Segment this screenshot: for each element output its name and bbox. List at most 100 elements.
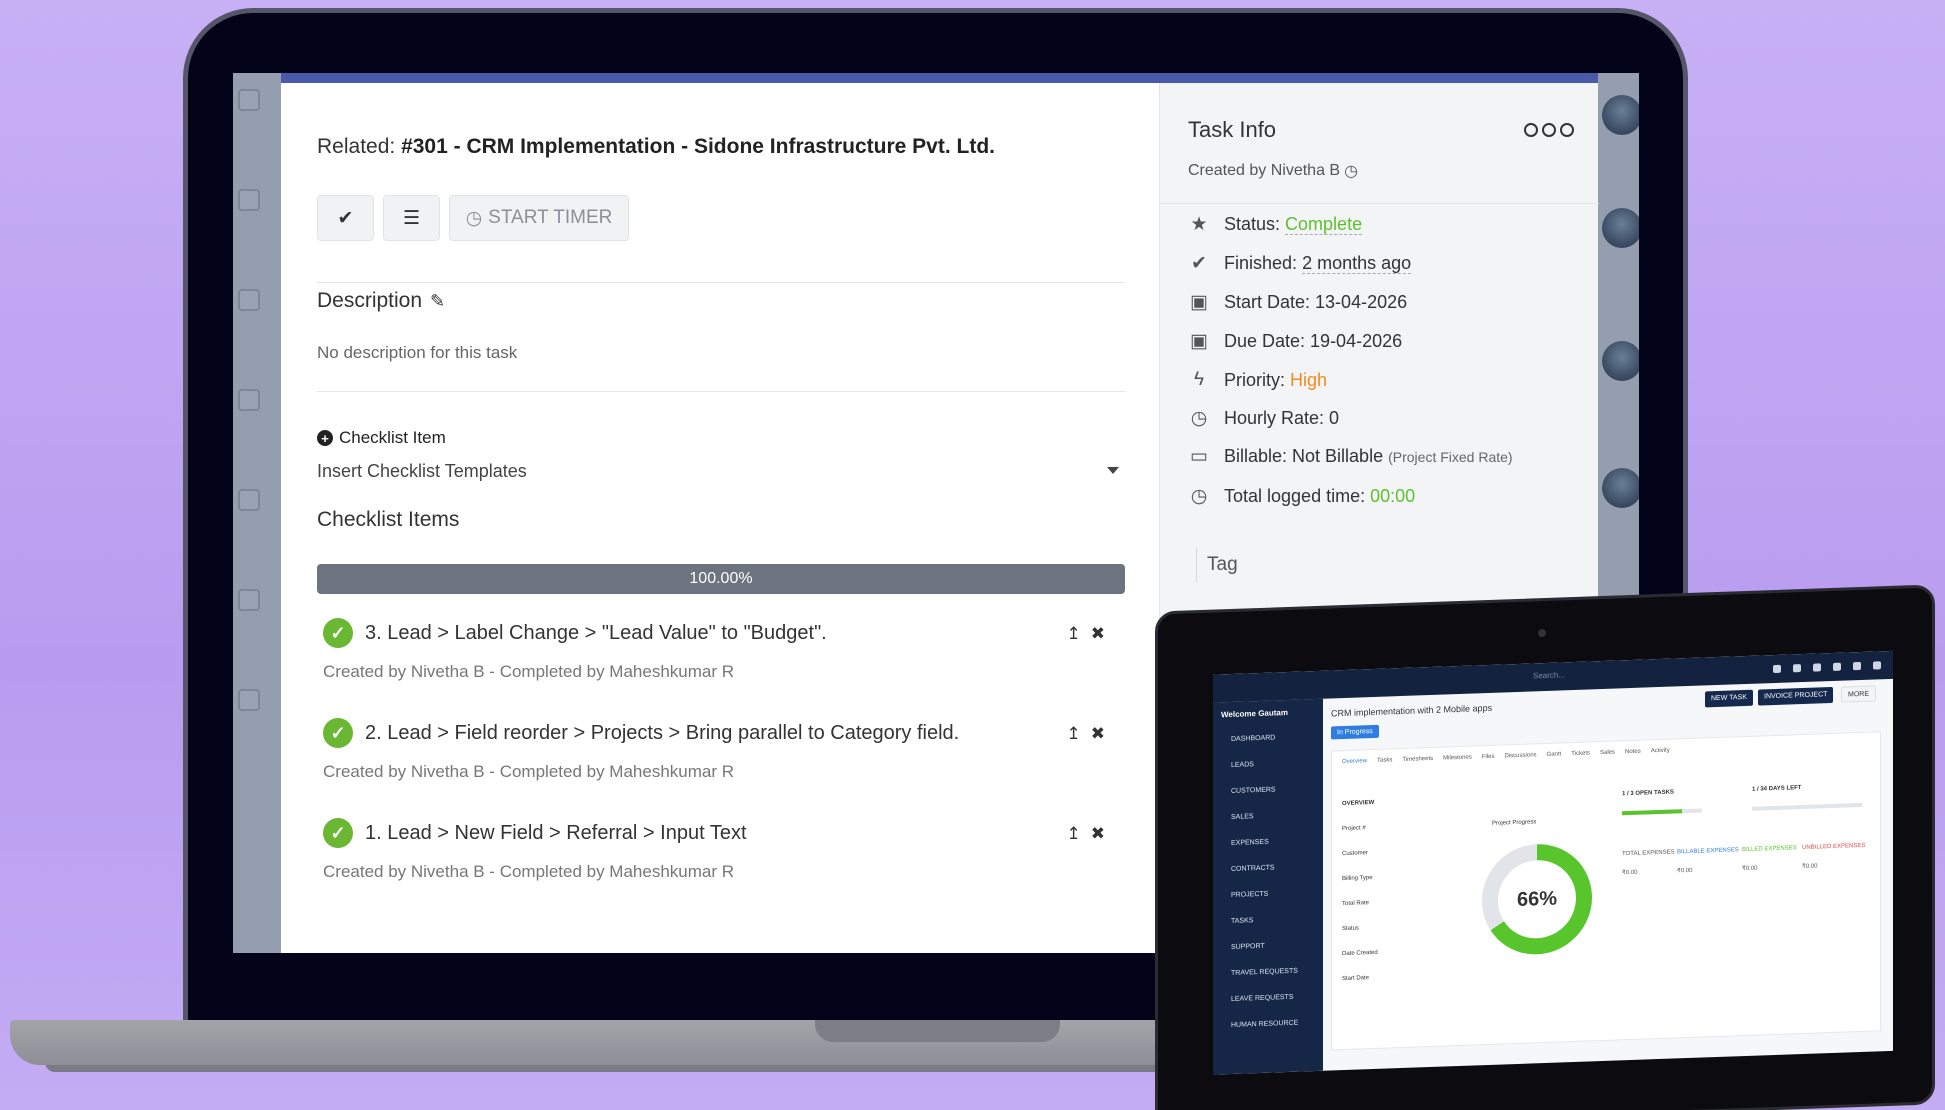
finished-label: Finished: <box>1224 253 1298 273</box>
avatar <box>1602 208 1639 248</box>
field-label: Total Rate <box>1342 900 1370 908</box>
background-checkbox <box>238 689 260 711</box>
start-date: Start Date: 13-04-2026 <box>1224 292 1408 312</box>
bell-icon[interactable] <box>1873 661 1881 670</box>
billable-row: ▭ Billable: Not Billable (Project Fixed … <box>1188 445 1513 468</box>
clock-icon: ◷ <box>1190 486 1208 507</box>
settings-icon[interactable] <box>1833 662 1841 671</box>
checklist-item: ✓ 3. Lead > Label Change > "Lead Value" … <box>323 618 1123 682</box>
sidebar-item-tasks[interactable]: TASKS <box>1231 917 1253 925</box>
background-left-column <box>233 73 281 953</box>
sidebar-item-sales[interactable]: SALES <box>1231 813 1254 821</box>
checklist-items-title: Checklist Items <box>317 508 460 531</box>
money-value: ₹0.00 <box>1742 865 1758 873</box>
user-icon[interactable] <box>1793 664 1801 673</box>
welcome-text: Welcome Gautam <box>1221 707 1288 720</box>
task-modal-main: Related: #301 - CRM Implementation - Sid… <box>281 83 1159 953</box>
search-icon[interactable] <box>1773 664 1781 674</box>
start-timer-button[interactable]: ◷ START TIMER <box>449 195 629 241</box>
add-checklist-item-button[interactable]: + Checklist Item <box>317 428 446 448</box>
sidebar-item-support[interactable]: SUPPORT <box>1231 943 1265 951</box>
mark-complete-button[interactable]: ✔ <box>317 195 374 241</box>
project-tabs: Overview Tasks Timesheets Milestones Fil… <box>1342 748 1670 765</box>
sidebar-item-contracts[interactable]: CONTRACTS <box>1231 864 1275 873</box>
search-input[interactable]: Search... <box>1533 670 1565 680</box>
check-circle-icon[interactable]: ✓ <box>323 618 353 648</box>
more-button[interactable]: MORE <box>1841 685 1876 703</box>
bolt-icon: ϟ <box>1193 369 1205 390</box>
star-icon: ★ <box>1190 214 1208 235</box>
checklist-item-text[interactable]: 3. Lead > Label Change > "Lead Value" to… <box>365 622 827 645</box>
avatar <box>1602 95 1639 135</box>
status-value[interactable]: Complete <box>1285 214 1363 235</box>
clock-icon[interactable] <box>1853 661 1861 671</box>
checklist-item-text[interactable]: 2. Lead > Field reorder > Projects > Bri… <box>365 722 959 745</box>
tab-overview[interactable]: Overview <box>1342 758 1367 765</box>
check-circle-icon[interactable]: ✓ <box>323 818 353 848</box>
calendar-check-icon: ▣ <box>1190 331 1208 352</box>
tab-notes[interactable]: Notes <box>1625 749 1641 756</box>
insert-checklist-templates-select[interactable]: Insert Checklist Templates <box>317 461 1125 482</box>
tab-timesheets[interactable]: Timesheets <box>1402 756 1433 763</box>
new-task-button[interactable]: NEW TASK <box>1705 689 1753 708</box>
add-checklist-label: Checklist Item <box>339 428 446 447</box>
checklist-item-text[interactable]: 1. Lead > New Field > Referral > Input T… <box>365 822 747 845</box>
clock-icon: ◷ <box>1190 408 1208 429</box>
money-value: ₹0.00 <box>1622 869 1638 877</box>
checklist-item-meta: Created by Nivetha B - Completed by Mahe… <box>323 862 735 881</box>
tab-milestones[interactable]: Milestones <box>1443 755 1472 762</box>
tab-discussions[interactable]: Discussions <box>1505 752 1537 759</box>
reorder-icon[interactable]: ↥ <box>1067 824 1081 844</box>
tag-input[interactable]: Tag <box>1196 548 1238 582</box>
project-title: CRM implementation with 2 Mobile apps <box>1331 702 1493 719</box>
delete-icon[interactable]: ✖ <box>1091 624 1105 644</box>
tab-sales[interactable]: Sales <box>1600 750 1615 757</box>
checklist-progress-text: 100.00% <box>689 570 753 587</box>
share-icon[interactable] <box>1813 663 1821 672</box>
more-options-icon[interactable] <box>1524 123 1574 137</box>
tab-activity[interactable]: Activity <box>1651 748 1670 755</box>
priority-value[interactable]: High <box>1290 370 1327 390</box>
modal-top-accent <box>281 73 1598 83</box>
sidebar-item-human-resource[interactable]: HUMAN RESOURCE <box>1231 1020 1298 1029</box>
delete-icon[interactable]: ✖ <box>1091 824 1105 844</box>
reorder-icon[interactable]: ↥ <box>1067 624 1081 644</box>
tab-tickets[interactable]: Tickets <box>1571 750 1590 757</box>
list-icon: ☰ <box>402 207 421 229</box>
finished-row: ✔ Finished: 2 months ago <box>1188 252 1412 275</box>
edit-icon[interactable]: ✎ <box>430 291 445 312</box>
created-by-text: Created by Nivetha B <box>1188 162 1341 179</box>
sidebar-item-leave-requests[interactable]: LEAVE REQUESTS <box>1231 994 1294 1003</box>
project-progress-label: Project Progress <box>1492 819 1537 827</box>
sidebar-item-leads[interactable]: LEADS <box>1231 761 1254 769</box>
avatar <box>1602 341 1639 381</box>
field-label: Billing Type <box>1342 875 1373 883</box>
background-checkbox <box>238 89 260 111</box>
clock-icon: ◷ <box>465 207 483 229</box>
sidebar-item-projects[interactable]: PROJECTS <box>1231 891 1268 899</box>
status-label: Status: <box>1224 214 1281 234</box>
background-checkbox <box>238 189 260 211</box>
money-label: BILLED EXPENSES <box>1742 845 1797 854</box>
chevron-down-icon[interactable] <box>1107 467 1119 474</box>
sidebar-item-dashboard[interactable]: DASHBOARD <box>1231 734 1275 743</box>
related-project-link[interactable]: #301 - CRM Implementation - Sidone Infra… <box>401 135 995 158</box>
money-label: BILLABLE EXPENSES <box>1677 847 1739 856</box>
sidebar-item-travel-requests[interactable]: TRAVEL REQUESTS <box>1231 968 1298 977</box>
due-date: Due Date: 19-04-2026 <box>1224 331 1403 351</box>
calendar-plus-icon: ▣ <box>1190 292 1208 313</box>
delete-icon[interactable]: ✖ <box>1091 724 1105 744</box>
invoice-project-button[interactable]: INVOICE PROJECT <box>1758 686 1834 706</box>
tab-gantt[interactable]: Gantt <box>1547 751 1562 758</box>
sidebar-item-expenses[interactable]: EXPENSES <box>1231 839 1269 847</box>
field-label: Customer <box>1342 850 1369 858</box>
field-label: Status <box>1342 925 1360 933</box>
tab-tasks[interactable]: Tasks <box>1377 757 1392 764</box>
tab-files[interactable]: Files <box>1482 754 1495 760</box>
reorder-icon[interactable]: ↥ <box>1067 724 1081 744</box>
sidebar-item-customers[interactable]: CUSTOMERS <box>1231 786 1276 795</box>
checklist-toggle-button[interactable]: ☰ <box>383 195 440 241</box>
check-circle-icon[interactable]: ✓ <box>323 718 353 748</box>
credit-card-icon: ▭ <box>1190 446 1208 467</box>
start-date-row: ▣ Start Date: 13-04-2026 <box>1188 291 1407 314</box>
